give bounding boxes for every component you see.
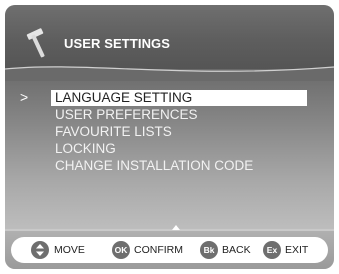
menu-item-favourite-lists[interactable]: FAVOURITE LISTS bbox=[55, 124, 172, 140]
footer: MOVE OK CONFIRM Bk BACK Ex EXIT bbox=[5, 231, 334, 269]
move-hint-label: MOVE bbox=[54, 244, 85, 256]
selection-cursor: > bbox=[20, 89, 29, 105]
header-bar: USER SETTINGS bbox=[5, 5, 334, 69]
settings-screen: USER SETTINGS > LANGUAGE SETTING USER PR… bbox=[5, 5, 334, 269]
menu-item-user-preferences[interactable]: USER PREFERENCES bbox=[55, 107, 198, 123]
page-title: USER SETTINGS bbox=[64, 36, 171, 51]
menu-item-locking[interactable]: LOCKING bbox=[55, 141, 116, 157]
confirm-hint-label: CONFIRM bbox=[134, 244, 183, 256]
up-down-arrows-icon bbox=[31, 241, 49, 259]
back-button-icon: Bk bbox=[200, 241, 218, 259]
header-wave-divider bbox=[5, 66, 334, 81]
menu-item-language-setting[interactable]: LANGUAGE SETTING bbox=[51, 90, 307, 106]
ok-button-icon: OK bbox=[112, 241, 130, 259]
back-hint-label: BACK bbox=[222, 244, 251, 256]
hint-bar: MOVE OK CONFIRM Bk BACK Ex EXIT bbox=[11, 237, 328, 263]
up-down-arrows-glyph bbox=[36, 244, 44, 256]
scroll-up-arrow-icon bbox=[172, 225, 180, 230]
hammer-icon bbox=[26, 28, 45, 58]
exit-hint-label: EXIT bbox=[285, 244, 309, 256]
menu-item-change-installation-code[interactable]: CHANGE INSTALLATION CODE bbox=[55, 158, 253, 174]
exit-button-icon: Ex bbox=[263, 241, 281, 259]
